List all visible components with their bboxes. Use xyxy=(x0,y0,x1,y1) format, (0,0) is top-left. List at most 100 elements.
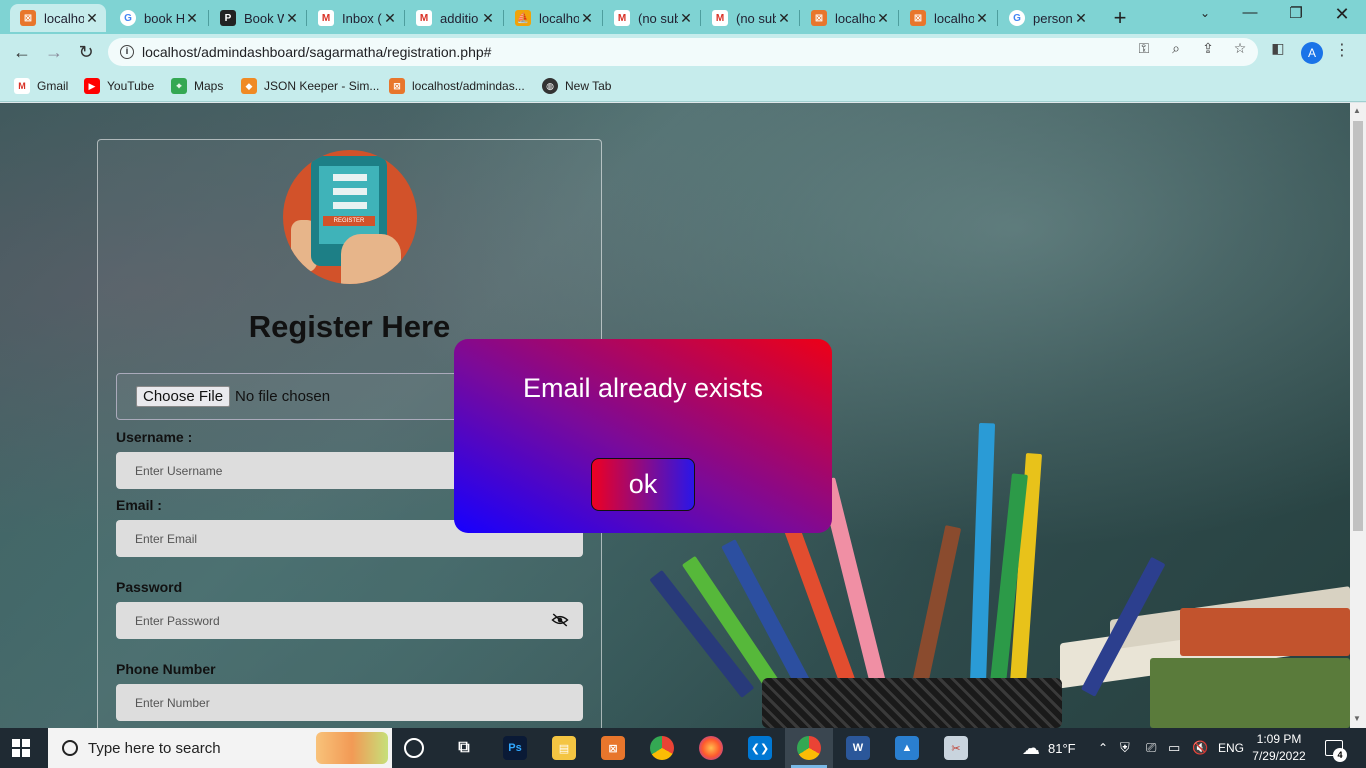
chrome-icon[interactable] xyxy=(650,736,674,760)
bookmark-new-tab[interactable]: ◍ New Tab xyxy=(542,76,611,96)
xampp-icon: ⊠ xyxy=(389,78,405,94)
side-panel-icon[interactable]: ◧ xyxy=(1268,40,1288,58)
close-tab-icon[interactable]: ✕ xyxy=(184,10,200,27)
close-tab-icon[interactable]: ✕ xyxy=(875,10,891,27)
profile-avatar[interactable]: A xyxy=(1301,42,1323,64)
network-icon[interactable]: ▭ xyxy=(1168,728,1180,768)
tab-person[interactable]: G person ✕ xyxy=(999,4,1095,32)
bookmark-gmail[interactable]: M Gmail xyxy=(14,76,68,96)
password-input[interactable] xyxy=(116,602,583,639)
pencil-decoration xyxy=(910,525,962,695)
tab-title: Book W xyxy=(244,10,284,26)
tab-no-subject-1[interactable]: M (no sub ✕ xyxy=(604,4,700,32)
snipping-icon[interactable]: ✂ xyxy=(944,736,968,760)
zoom-icon[interactable]: ⌕ xyxy=(1166,40,1186,58)
phone-input[interactable] xyxy=(116,684,583,721)
file-explorer-icon[interactable]: ▤ xyxy=(552,736,576,760)
tab-localhost-3[interactable]: ⊠ localho ✕ xyxy=(900,4,996,32)
tab-search-chevron-icon[interactable]: ⌄ xyxy=(1185,6,1225,20)
close-tab-icon[interactable]: ✕ xyxy=(1073,10,1089,27)
hide-password-eye-icon[interactable] xyxy=(551,613,569,627)
minimize-icon[interactable]: — xyxy=(1230,4,1270,21)
tab-no-subject-2[interactable]: M (no sub ✕ xyxy=(702,4,798,32)
tab-book-h[interactable]: G book H ✕ xyxy=(110,4,206,32)
tab-inbox[interactable]: M Inbox ( ✕ xyxy=(308,4,404,32)
pencil-cup-decoration xyxy=(762,678,1062,728)
gmail-icon: M xyxy=(712,10,728,26)
scroll-down-icon[interactable]: ▼ xyxy=(1353,714,1361,723)
password-key-icon[interactable]: ⚿ xyxy=(1134,40,1154,58)
bookmark-localhost[interactable]: ⊠ localhost/admindas... xyxy=(389,76,525,96)
scroll-up-icon[interactable]: ▲ xyxy=(1353,106,1361,115)
kebab-menu-icon[interactable]: ⋮ xyxy=(1332,40,1352,59)
alert-message: Email already exists xyxy=(522,373,764,403)
task-view-icon[interactable]: ⧉ xyxy=(452,736,476,760)
bookmark-youtube[interactable]: ▶ YouTube xyxy=(84,76,154,96)
window-close-icon[interactable]: ✕ xyxy=(1322,4,1362,25)
volume-muted-icon[interactable]: 🔇 xyxy=(1192,728,1208,768)
close-tab-icon[interactable]: ✕ xyxy=(284,10,300,27)
chrome-profile-icon[interactable] xyxy=(797,736,821,760)
cortana-icon[interactable] xyxy=(404,738,424,758)
tab-phpmyadmin[interactable]: ⛵ localho ✕ xyxy=(505,4,601,32)
vscode-icon[interactable]: ❮❯ xyxy=(748,736,772,760)
clock-time: 1:09 PM xyxy=(1256,732,1302,746)
back-arrow-icon[interactable]: ← xyxy=(10,40,34,64)
tab-title: book H xyxy=(144,10,184,26)
maps-icon: ⌖ xyxy=(171,78,187,94)
bookmark-label: YouTube xyxy=(107,79,155,93)
close-tab-icon[interactable]: ✕ xyxy=(579,10,595,27)
tab-additional[interactable]: M additio ✕ xyxy=(406,4,502,32)
gmail-icon: M xyxy=(318,10,334,26)
bookmark-label: Gmail xyxy=(37,79,69,93)
username-label: Username : xyxy=(116,429,193,445)
url-text: localhost/admindashboard/sagarmatha/regi… xyxy=(142,44,492,60)
photos-icon[interactable]: ▲ xyxy=(895,736,919,760)
tab-title: localho xyxy=(539,10,579,26)
firefox-icon[interactable] xyxy=(699,736,723,760)
bookmark-star-icon[interactable]: ☆ xyxy=(1230,40,1250,58)
tab-title: localho xyxy=(44,10,84,26)
password-label: Password xyxy=(116,579,183,595)
clock-date: 7/29/2022 xyxy=(1252,749,1306,763)
search-icon xyxy=(62,740,78,756)
tab-active-registration[interactable]: ⊠ localho ✕ xyxy=(10,4,106,32)
page-scrollbar[interactable]: ▲ ▼ xyxy=(1350,103,1366,728)
tab-title: localho xyxy=(934,10,974,26)
weather-widget[interactable]: ☁ 81°F xyxy=(1022,728,1076,768)
bookmark-maps[interactable]: ⌖ Maps xyxy=(171,76,223,96)
site-info-icon[interactable]: i xyxy=(120,45,134,59)
close-tab-icon[interactable]: ✕ xyxy=(84,10,100,27)
scrollbar-thumb[interactable] xyxy=(1353,121,1363,531)
taskbar-clock[interactable]: 1:09 PM 7/29/2022 xyxy=(1248,731,1310,765)
tab-localhost-2[interactable]: ⊠ localho ✕ xyxy=(801,4,897,32)
close-tab-icon[interactable]: ✕ xyxy=(678,10,694,27)
language-indicator[interactable]: ENG xyxy=(1218,728,1244,768)
choose-file-button[interactable]: Choose File xyxy=(136,386,231,407)
close-tab-icon[interactable]: ✕ xyxy=(776,10,792,27)
word-icon[interactable]: W xyxy=(846,736,870,760)
alert-dialog: Email already exists ok xyxy=(454,339,832,533)
file-status-text: No file chosen xyxy=(235,388,331,405)
show-hidden-icons-chevron-icon[interactable]: ⌃ xyxy=(1098,728,1108,768)
taskbar-search-box[interactable]: Type here to search xyxy=(48,728,392,768)
security-icon[interactable]: ⛨ xyxy=(1120,728,1130,768)
close-tab-icon[interactable]: ✕ xyxy=(382,10,398,27)
close-tab-icon[interactable]: ✕ xyxy=(974,10,990,27)
forward-arrow-icon[interactable]: → xyxy=(42,40,66,64)
reload-icon[interactable]: ↻ xyxy=(74,40,98,64)
gmail-icon: M xyxy=(14,78,30,94)
meet-now-icon[interactable]: ⎚ xyxy=(1146,728,1156,768)
share-icon[interactable]: ⇪ xyxy=(1198,40,1218,58)
photoshop-icon[interactable]: Ps xyxy=(503,736,527,760)
restore-icon[interactable]: ❐ xyxy=(1276,4,1316,22)
xampp-icon[interactable]: ⊠ xyxy=(601,736,625,760)
bookmark-json-keeper[interactable]: ◆ JSON Keeper - Sim... xyxy=(241,76,379,96)
ok-button[interactable]: ok xyxy=(591,458,695,511)
cloud-icon: ☁ xyxy=(1022,737,1040,758)
close-tab-icon[interactable]: ✕ xyxy=(480,10,496,27)
windows-start-icon[interactable] xyxy=(12,739,30,757)
tab-book-w[interactable]: P Book W ✕ xyxy=(210,4,306,32)
address-bar[interactable]: i localhost/admindashboard/sagarmatha/re… xyxy=(108,38,1258,66)
new-tab-plus-icon[interactable]: + xyxy=(1108,5,1132,31)
